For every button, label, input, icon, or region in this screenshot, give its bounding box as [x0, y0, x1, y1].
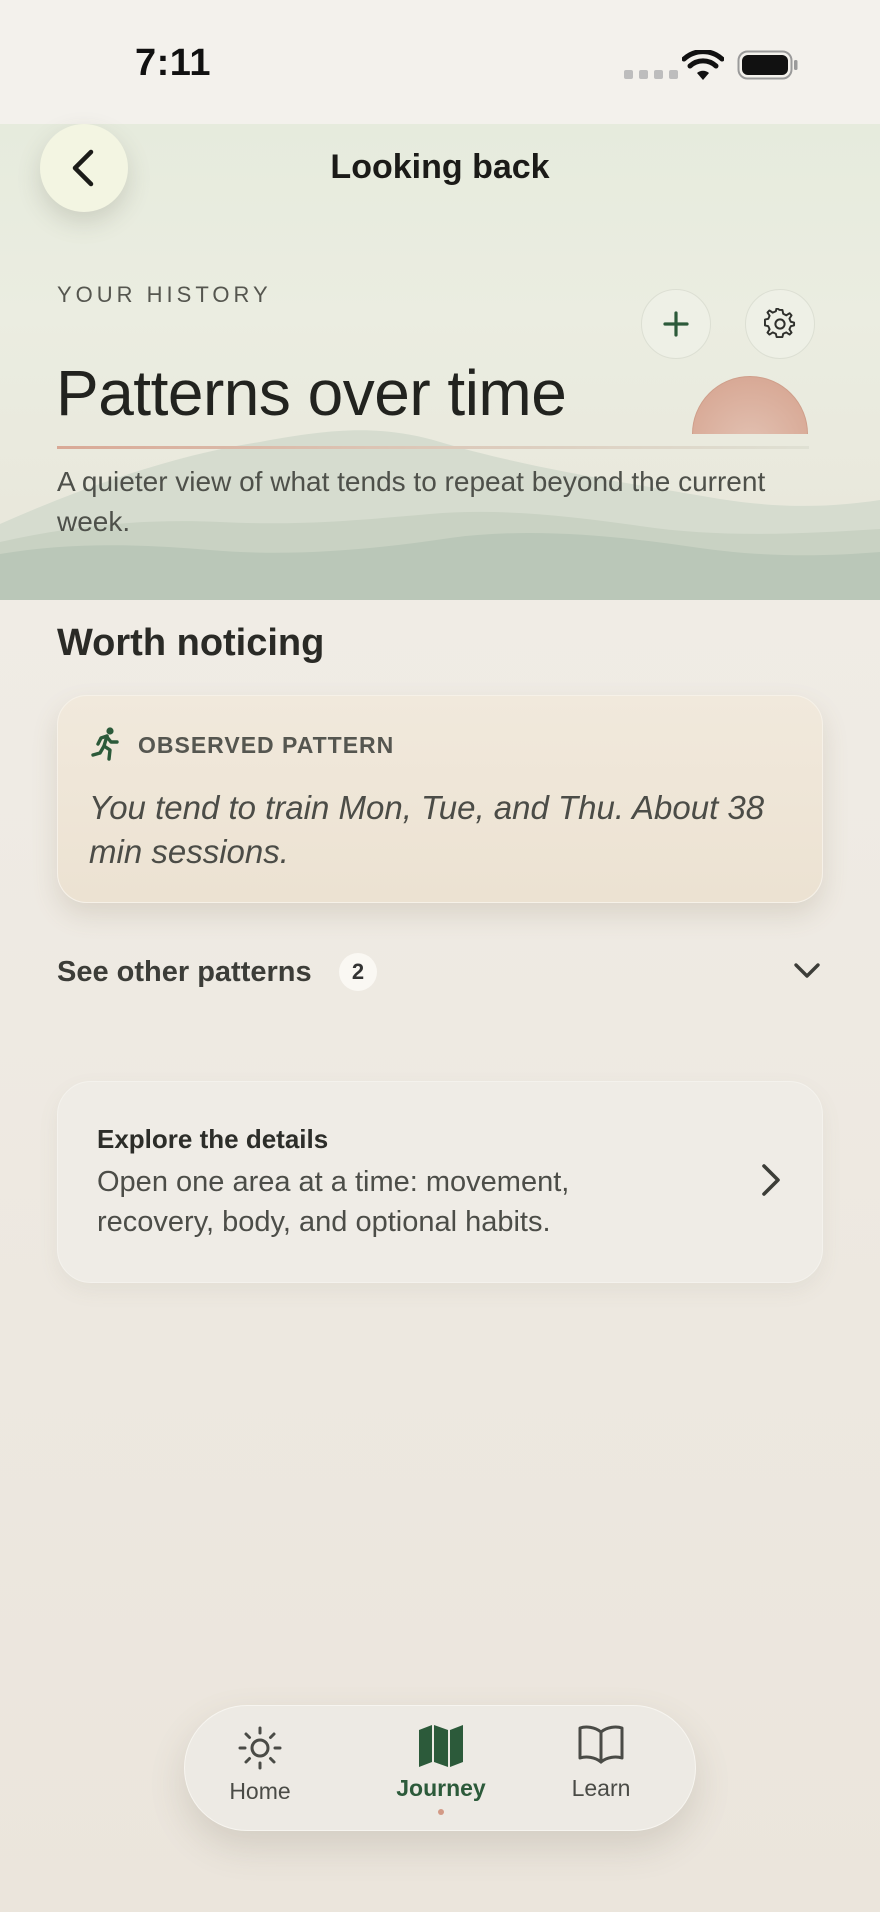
tab-bar: Home Journey Learn	[184, 1705, 696, 1831]
sun-illustration	[692, 376, 808, 434]
tab-learn[interactable]: Learn	[526, 1706, 676, 1832]
tab-journey[interactable]: Journey	[366, 1706, 516, 1832]
plus-icon	[663, 311, 689, 337]
cellular-signal-icon	[624, 70, 678, 79]
explore-details-card[interactable]: Explore the details Open one area at a t…	[57, 1081, 823, 1283]
tab-home-label: Home	[229, 1778, 291, 1804]
tab-journey-label: Journey	[396, 1775, 486, 1801]
settings-button[interactable]	[745, 289, 815, 359]
running-person-icon	[91, 727, 119, 761]
map-icon	[419, 1725, 463, 1767]
wifi-icon	[682, 50, 724, 80]
pattern-label: OBSERVED PATTERN	[138, 732, 395, 758]
sun-icon	[238, 1726, 282, 1770]
book-icon	[578, 1725, 624, 1764]
hero-subtitle: A quieter view of what tends to repeat b…	[57, 466, 766, 537]
chevron-right-icon	[762, 1164, 780, 1196]
chevron-down-icon	[794, 963, 820, 978]
tab-home[interactable]: Home	[185, 1706, 335, 1832]
section-eyebrow: YOUR HISTORY	[57, 282, 272, 307]
tab-learn-label: Learn	[571, 1775, 631, 1801]
gear-icon	[764, 308, 796, 339]
count-badge: 2	[339, 953, 377, 991]
see-other-patterns-toggle[interactable]: See other patterns 2	[57, 948, 823, 998]
explore-title: Explore the details	[97, 1124, 329, 1154]
status-time: 7:11	[135, 42, 211, 84]
active-indicator-dot	[438, 1809, 444, 1815]
page-title: Looking back	[330, 148, 550, 186]
see-other-patterns-label: See other patterns	[57, 956, 312, 988]
section-title-worth-noticing: Worth noticing	[57, 622, 325, 664]
observed-pattern-card: OBSERVED PATTERN You tend to train Mon, …	[57, 695, 823, 903]
pattern-text: You tend to train Mon, Tue, and Thu. Abo…	[89, 789, 765, 870]
battery-icon	[737, 50, 798, 80]
add-button[interactable]	[641, 289, 711, 359]
explore-body: Open one area at a time: movement, recov…	[97, 1166, 570, 1238]
title-divider	[57, 446, 809, 449]
hero-title: Patterns over time	[56, 357, 567, 429]
status-bar: 7:11	[0, 0, 880, 124]
